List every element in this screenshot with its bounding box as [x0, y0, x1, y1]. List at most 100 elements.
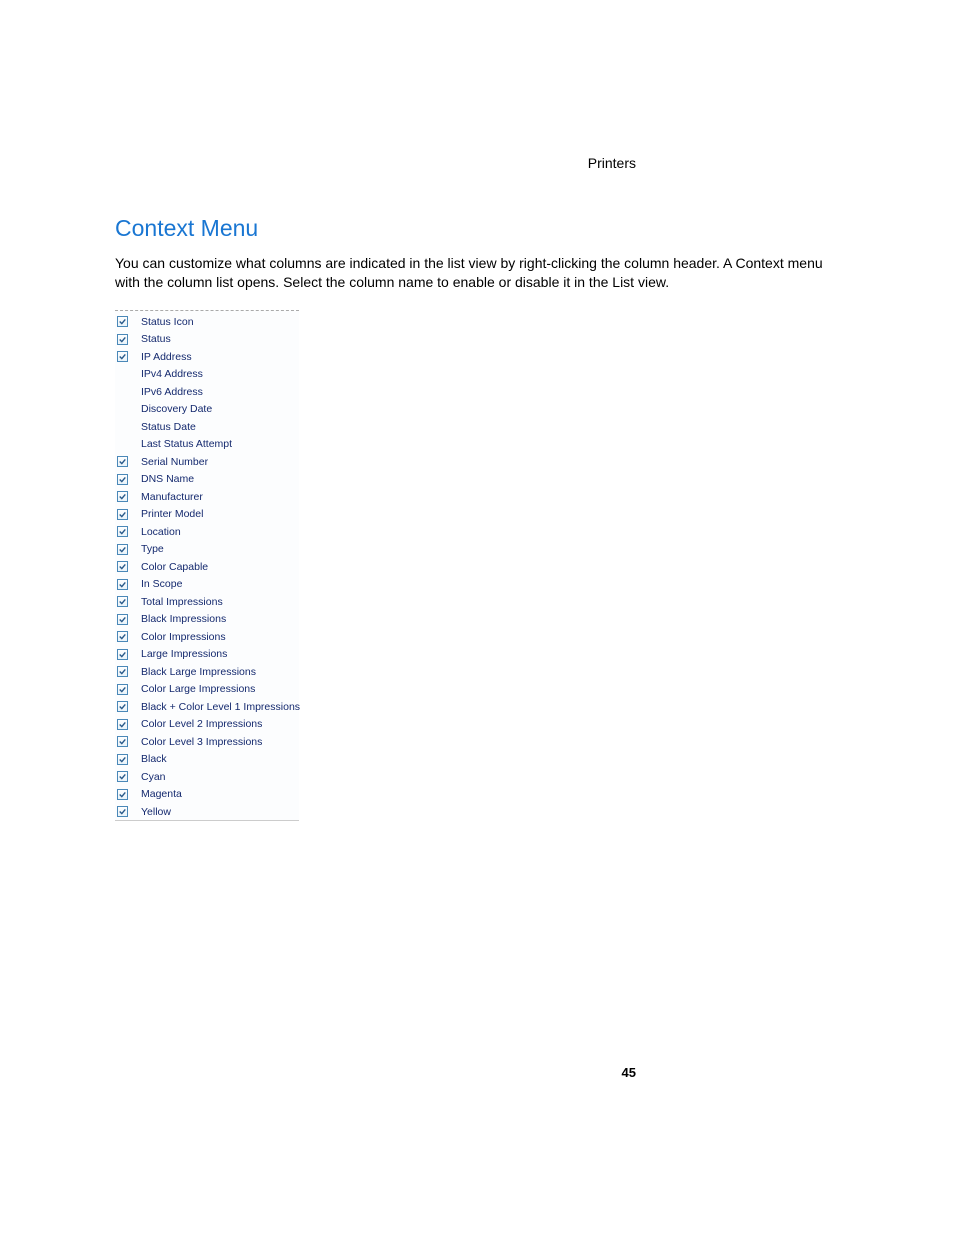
- menu-item-label: Color Level 2 Impressions: [141, 718, 262, 730]
- context-menu-item[interactable]: Yellow: [115, 803, 299, 821]
- check-icon: [119, 563, 126, 570]
- checkbox-checked[interactable]: [117, 771, 128, 782]
- check-icon: [119, 808, 126, 815]
- check-icon: [119, 546, 126, 553]
- context-menu-item[interactable]: Black Impressions: [115, 610, 299, 628]
- check-icon: [119, 773, 126, 780]
- context-menu-item[interactable]: Total Impressions: [115, 593, 299, 611]
- menu-item-label: IPv4 Address: [141, 368, 203, 380]
- context-menu-item[interactable]: Status: [115, 330, 299, 348]
- menu-item-label: Printer Model: [141, 508, 203, 520]
- checkbox-checked[interactable]: [117, 631, 128, 642]
- check-icon: [119, 703, 126, 710]
- check-icon: [119, 511, 126, 518]
- context-menu-item[interactable]: DNS Name: [115, 470, 299, 488]
- menu-item-label: IPv6 Address: [141, 386, 203, 398]
- menu-item-label: Color Capable: [141, 561, 208, 573]
- context-menu-item[interactable]: Color Level 3 Impressions: [115, 733, 299, 751]
- menu-item-label: Type: [141, 543, 164, 555]
- context-menu-item[interactable]: Status Date: [115, 418, 299, 436]
- context-menu-item[interactable]: Discovery Date: [115, 400, 299, 418]
- content-area: Context Menu You can customize what colu…: [115, 215, 835, 821]
- context-menu-item[interactable]: Manufacturer: [115, 488, 299, 506]
- check-icon: [119, 476, 126, 483]
- checkbox-checked[interactable]: [117, 596, 128, 607]
- checkbox-checked[interactable]: [117, 754, 128, 765]
- menu-item-label: Last Status Attempt: [141, 438, 232, 450]
- page-header-section: Printers: [588, 155, 636, 171]
- checkbox-checked[interactable]: [117, 561, 128, 572]
- check-icon: [119, 738, 126, 745]
- menu-item-label: Color Impressions: [141, 631, 226, 643]
- check-icon: [119, 686, 126, 693]
- context-menu-item[interactable]: Cyan: [115, 768, 299, 786]
- checkbox-checked[interactable]: [117, 684, 128, 695]
- checkbox-checked[interactable]: [117, 701, 128, 712]
- context-menu-item[interactable]: Large Impressions: [115, 645, 299, 663]
- check-icon: [119, 598, 126, 605]
- menu-item-label: In Scope: [141, 578, 182, 590]
- check-icon: [119, 756, 126, 763]
- checkbox-checked[interactable]: [117, 474, 128, 485]
- menu-item-label: Status Icon: [141, 316, 194, 328]
- checkbox-checked[interactable]: [117, 736, 128, 747]
- menu-item-label: Manufacturer: [141, 491, 203, 503]
- menu-item-label: Total Impressions: [141, 596, 223, 608]
- menu-item-label: Color Large Impressions: [141, 683, 255, 695]
- checkbox-checked[interactable]: [117, 649, 128, 660]
- context-menu-item[interactable]: Black + Color Level 1 Impressions: [115, 698, 299, 716]
- context-menu-item[interactable]: IP Address: [115, 348, 299, 366]
- checkbox-checked[interactable]: [117, 491, 128, 502]
- menu-item-label: Large Impressions: [141, 648, 227, 660]
- page-number: 45: [622, 1065, 636, 1080]
- checkbox-checked[interactable]: [117, 526, 128, 537]
- menu-item-label: Status Date: [141, 421, 196, 433]
- checkbox-checked[interactable]: [117, 579, 128, 590]
- context-menu-item[interactable]: Location: [115, 523, 299, 541]
- menu-item-label: Location: [141, 526, 181, 538]
- menu-item-label: Black: [141, 753, 167, 765]
- context-menu-item[interactable]: Color Large Impressions: [115, 680, 299, 698]
- menu-item-label: Yellow: [141, 806, 171, 818]
- checkbox-checked[interactable]: [117, 719, 128, 730]
- context-menu-item[interactable]: Color Impressions: [115, 628, 299, 646]
- checkbox-checked[interactable]: [117, 806, 128, 817]
- checkbox-checked[interactable]: [117, 456, 128, 467]
- menu-item-label: Black Large Impressions: [141, 666, 256, 678]
- check-icon: [119, 651, 126, 658]
- context-menu-item[interactable]: Last Status Attempt: [115, 435, 299, 453]
- context-menu-item[interactable]: Black: [115, 750, 299, 768]
- menu-item-label: Cyan: [141, 771, 166, 783]
- checkbox-checked[interactable]: [117, 614, 128, 625]
- context-menu-item[interactable]: Printer Model: [115, 505, 299, 523]
- section-heading: Context Menu: [115, 215, 835, 242]
- menu-item-label: IP Address: [141, 351, 192, 363]
- context-menu-item[interactable]: IPv6 Address: [115, 383, 299, 401]
- check-icon: [119, 318, 126, 325]
- check-icon: [119, 791, 126, 798]
- checkbox-checked[interactable]: [117, 316, 128, 327]
- check-icon: [119, 353, 126, 360]
- context-menu-item[interactable]: IPv4 Address: [115, 365, 299, 383]
- checkbox-checked[interactable]: [117, 544, 128, 555]
- check-icon: [119, 493, 126, 500]
- checkbox-checked[interactable]: [117, 509, 128, 520]
- context-menu-item[interactable]: Color Level 2 Impressions: [115, 715, 299, 733]
- context-menu-item[interactable]: Black Large Impressions: [115, 663, 299, 681]
- checkbox-checked[interactable]: [117, 666, 128, 677]
- context-menu-item[interactable]: Type: [115, 540, 299, 558]
- context-menu-item[interactable]: Magenta: [115, 785, 299, 803]
- checkbox-checked[interactable]: [117, 351, 128, 362]
- checkbox-checked[interactable]: [117, 789, 128, 800]
- body-paragraph: You can customize what columns are indic…: [115, 254, 835, 292]
- check-icon: [119, 581, 126, 588]
- context-menu-screenshot: Status Icon Status IP Address IPv4 Address I…: [115, 310, 299, 822]
- check-icon: [119, 633, 126, 640]
- check-icon: [119, 458, 126, 465]
- context-menu-item[interactable]: Status Icon: [115, 313, 299, 331]
- context-menu-item[interactable]: Serial Number: [115, 453, 299, 471]
- context-menu-item[interactable]: In Scope: [115, 575, 299, 593]
- checkbox-checked[interactable]: [117, 334, 128, 345]
- context-menu-item[interactable]: Color Capable: [115, 558, 299, 576]
- menu-item-label: Serial Number: [141, 456, 208, 468]
